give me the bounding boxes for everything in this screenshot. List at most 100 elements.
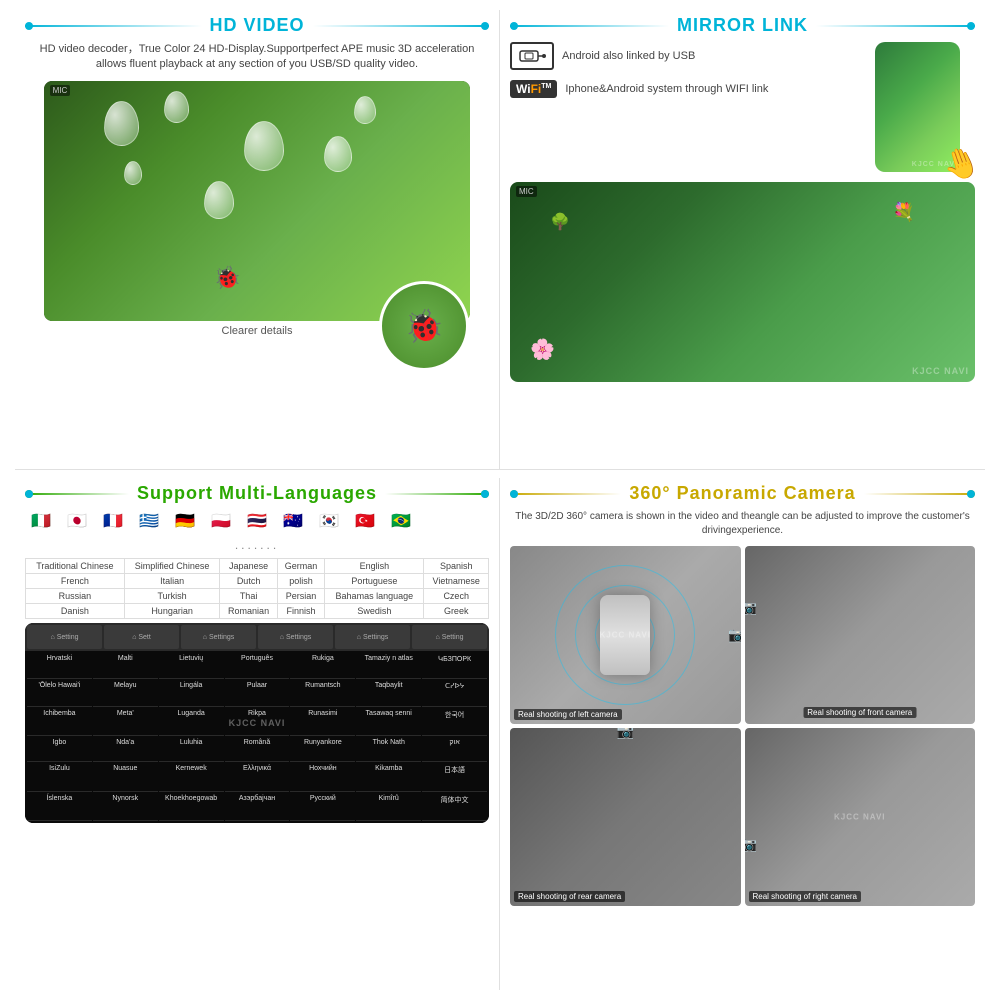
- ladybug-main: 🐞: [214, 265, 241, 291]
- flag-japan: 🇯🇵: [61, 510, 93, 532]
- front-cam-label: Real shooting of front camera: [803, 707, 916, 718]
- ladybug-zoom: 🐞: [379, 281, 469, 371]
- cell-portuguese: Portuguese: [325, 574, 424, 589]
- droplet-5: [324, 136, 352, 172]
- tree-icon: 🌳: [550, 212, 570, 232]
- cam-view-rear: Real shooting of rear camera 📷: [510, 728, 741, 906]
- page-wrapper: HD VIDEO HD video decoder，True Color 24 …: [0, 0, 1000, 1000]
- lang-cell-36: Íslenska: [27, 793, 92, 821]
- lang-tab-2: ⌂ Sett: [104, 625, 179, 649]
- flags-row: 🇮🇹 🇯🇵 🇫🇷 🇬🇷 🇩🇪 🇵🇱 🇹🇭 🇦🇺 🇰🇷 🇹🇷 🇧🇷: [25, 510, 489, 532]
- languages-table: Traditional Chinese Simplified Chinese J…: [25, 558, 489, 619]
- lang-screen-body: Hrvatski Malti Lietuvių Português Rukiga…: [25, 651, 489, 823]
- table-header-3: Japanese: [220, 559, 277, 574]
- flag-brazil: 🇧🇷: [385, 510, 417, 532]
- mirror-link-panel: MIRROR LINK: [500, 10, 985, 469]
- rear-cam-label: Real shooting of rear camera: [514, 891, 625, 902]
- cell-italian: Italian: [124, 574, 220, 589]
- lang-cell-23: Nda'a: [93, 737, 158, 762]
- lang-tab-5: ⌂ Settings: [335, 625, 410, 649]
- flag-france: 🇫🇷: [97, 510, 129, 532]
- lang-cell-39: Азэрбajчан: [225, 793, 290, 821]
- cell-danish: Danish: [26, 604, 125, 619]
- lang-cell-18: Rikpa: [225, 708, 290, 736]
- cell-bahamas: Bahamas language: [325, 589, 424, 604]
- lang-cell-42: 简体中文: [422, 793, 487, 821]
- lang-cell-7: ԿБЗПОРК: [422, 653, 487, 679]
- usb-icon: [510, 42, 554, 70]
- mirror-top: Android also linked by USB WiFiTM Iphone…: [510, 42, 975, 172]
- lang-cell-41: Kimîrû: [356, 793, 421, 821]
- cell-persian: Persian: [277, 589, 325, 604]
- front-cam-icon: 📷: [745, 599, 757, 616]
- mirror-screen: MIC 🌸 🌳 💐 KJCC NAVI: [510, 182, 975, 382]
- cell-greek: Greek: [424, 604, 489, 619]
- panoramic-panel: 360° Panoramic Camera The 3D/2D 360° cam…: [500, 478, 985, 990]
- cell-polish: polish: [277, 574, 325, 589]
- mirror-screen-container: MIC 🌸 🌳 💐 KJCC NAVI: [510, 182, 975, 491]
- usb-feature-row: Android also linked by USB: [510, 42, 865, 70]
- mirror-link-title: MIRROR LINK: [677, 15, 808, 36]
- hd-video-title: HD VIDEO: [210, 15, 305, 36]
- table-header-1: Traditional Chinese: [26, 559, 125, 574]
- lang-cell-9: Melayu: [93, 680, 158, 706]
- table-header-4: German: [277, 559, 325, 574]
- lang-cell-21: 한국어: [422, 708, 487, 736]
- mirror-content: Android also linked by USB WiFiTM Iphone…: [510, 42, 975, 491]
- table-header-6: Spanish: [424, 559, 489, 574]
- cell-dutch: Dutch: [220, 574, 277, 589]
- phone-hand: KJCC NAVI 🤚: [875, 42, 975, 172]
- lang-cell-34: Kikamba: [356, 763, 421, 791]
- right-cam-label: Real shooting of right camera: [749, 891, 862, 902]
- languages-title-row: Support Multi-Languages: [25, 483, 489, 504]
- hd-screen-container: MIC 🐞 KJCC NAVI: [25, 81, 489, 381]
- lang-cell-17: Luganda: [159, 708, 224, 736]
- lang-screen: ⌂ Setting ⌂ Sett ⌂ Settings ⌂ Settings ⌂…: [25, 623, 489, 823]
- mirror-dot-left: [510, 25, 669, 27]
- mirror-features: Android also linked by USB WiFiTM Iphone…: [510, 42, 865, 108]
- lang-dot-right: [385, 493, 489, 495]
- droplet-2: [164, 91, 189, 123]
- panoramic-description: The 3D/2D 360° camera is shown in the vi…: [510, 510, 975, 538]
- wifi-feature-text: Iphone&Android system through WIFI link: [565, 82, 768, 96]
- lang-cell-24: Luluhia: [159, 737, 224, 762]
- wifi-badge: WiFiTM: [510, 80, 557, 98]
- lang-dot-left: [25, 493, 129, 495]
- wifi-feature-row: WiFiTM Iphone&Android system through WIF…: [510, 80, 865, 98]
- lang-cell-5: Rukiga: [290, 653, 355, 679]
- cell-czech: Czech: [424, 589, 489, 604]
- lang-cell-35: 日本語: [422, 763, 487, 791]
- lang-cell-30: Nuasue: [93, 763, 158, 791]
- droplet-7: [204, 181, 234, 219]
- panoramic-grid: Real shooting of left camera 📷 KJCC NAVI…: [510, 546, 975, 906]
- cam-view-front: Real shooting of front camera 📷: [745, 546, 976, 724]
- lang-cell-6: Tamaziy n atlas: [356, 653, 421, 679]
- lang-tab-1: ⌂ Setting: [27, 625, 102, 649]
- droplet-6: [354, 96, 376, 124]
- lang-tab-4: ⌂ Settings: [258, 625, 333, 649]
- lang-cell-1: Hrvatski: [27, 653, 92, 679]
- flag-turkey: 🇹🇷: [349, 510, 381, 532]
- cell-french: French: [26, 574, 125, 589]
- pano-watermark-2: KJCC NAVI: [834, 813, 886, 822]
- cell-vietnamese: Vietnamese: [424, 574, 489, 589]
- left-cam-label: Real shooting of left camera: [514, 709, 622, 720]
- lang-cell-15: Ichibemba: [27, 708, 92, 736]
- table-header-5: English: [325, 559, 424, 574]
- flag-korea: 🇰🇷: [313, 510, 345, 532]
- lang-cell-29: IsiZulu: [27, 763, 92, 791]
- cell-turkish: Turkish: [124, 589, 220, 604]
- rear-cam-icon: 📷: [617, 728, 634, 740]
- cam-view-right: Real shooting of right camera 📷 KJCC NAV…: [745, 728, 976, 906]
- lang-cell-11: Pulaar: [225, 680, 290, 706]
- lang-cell-19: Runasimi: [290, 708, 355, 736]
- languages-title: Support Multi-Languages: [137, 483, 377, 504]
- cell-swedish: Swedish: [325, 604, 424, 619]
- lang-cell-25: Română: [225, 737, 290, 762]
- mirror-screen-inner: MIC 🌸 🌳 💐 KJCC NAVI: [510, 182, 975, 382]
- screen-mic-label: MIC: [50, 85, 71, 96]
- flag-italy: 🇮🇹: [25, 510, 57, 532]
- ladybug-zoom-icon: 🐞: [404, 307, 444, 345]
- garden-icon: 🌸: [530, 337, 555, 362]
- mirror-screen-mic-label: MIC: [516, 186, 537, 197]
